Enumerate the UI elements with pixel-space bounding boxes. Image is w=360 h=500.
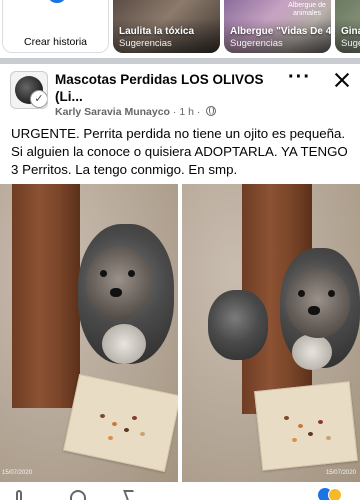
meta-separator: ·: [196, 106, 201, 118]
story-card[interactable]: Albergue de animales Albergue "Vidas De …: [224, 0, 331, 53]
story-title: Laulita la tóxica: [119, 26, 195, 37]
stories-strip: Crear historia Laulita la tóxica Sugeren…: [0, 0, 360, 58]
profile-badge-icon: ✓: [30, 90, 47, 108]
like-icon[interactable]: [16, 490, 22, 500]
story-card[interactable]: Gina Suge: [335, 0, 360, 53]
photo-timestamp: 15/07/2020: [325, 470, 356, 476]
feed-divider: [0, 58, 360, 64]
post-time[interactable]: 1 h: [179, 106, 194, 118]
post-text: URGENTE. Perrita perdida no tiene un oji…: [11, 126, 348, 177]
more-options-icon[interactable]: ···: [288, 67, 310, 88]
post-actions-bar: [0, 482, 360, 500]
story-subtitle: Sugerencias: [230, 38, 283, 49]
post-photo[interactable]: 15/07/2020: [0, 184, 178, 482]
story-subtitle: Suge: [341, 38, 360, 49]
story-title: Gina: [341, 26, 360, 37]
comment-icon[interactable]: [70, 490, 86, 500]
story-overlay-text: Albergue de animales: [288, 2, 326, 17]
table-leg: [12, 184, 80, 408]
photo-timestamp: 15/07/2020: [2, 470, 33, 476]
haha-reaction-icon: [328, 488, 342, 500]
close-icon[interactable]: [332, 70, 352, 90]
create-story-plus-icon[interactable]: [44, 0, 70, 6]
reactions-summary[interactable]: [318, 488, 348, 500]
group-name-link[interactable]: Mascotas Perdidas LOS OLIVOS (Li...: [55, 71, 280, 105]
group-avatar[interactable]: ✓: [10, 71, 48, 109]
story-subtitle: Sugerencias: [119, 38, 172, 49]
story-card[interactable]: Laulita la tóxica Sugerencias: [113, 0, 220, 53]
post-photo[interactable]: 15/07/2020: [182, 184, 360, 482]
globe-icon: [206, 106, 217, 116]
create-story-card[interactable]: Crear historia: [2, 0, 109, 53]
meta-separator: ·: [172, 106, 177, 118]
author-name-link[interactable]: Karly Saravia Munayco: [55, 106, 170, 118]
story-title: Albergue "Vidas De 4 Patas": [230, 26, 331, 37]
create-story-label: Crear historia: [23, 36, 88, 48]
paper-with-food: [254, 381, 358, 471]
share-icon[interactable]: [123, 490, 137, 500]
post-meta: Karly Saravia Munayco · 1 h ·: [55, 106, 217, 118]
